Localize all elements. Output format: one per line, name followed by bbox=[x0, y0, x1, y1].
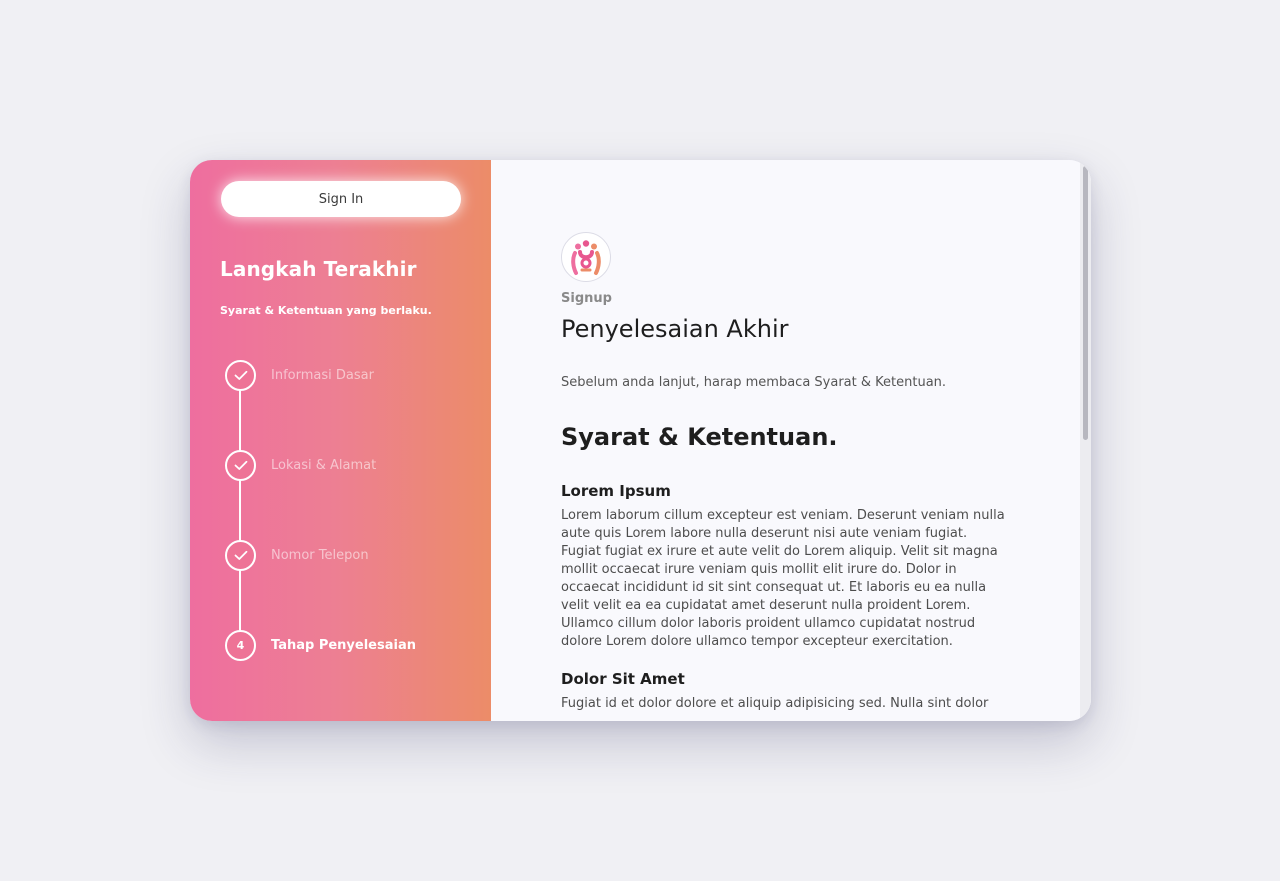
check-icon bbox=[225, 450, 256, 481]
eyebrow-label: Signup bbox=[561, 291, 612, 306]
section-title: Dolor Sit Amet bbox=[561, 670, 685, 688]
step-lokasi-alamat[interactable]: Lokasi & Alamat bbox=[225, 450, 376, 481]
step-tahap-penyelesaian[interactable]: 4 Tahap Penyelesaian bbox=[225, 630, 416, 661]
scrollbar-thumb[interactable] bbox=[1083, 166, 1088, 440]
step-nomor-telepon[interactable]: Nomor Telepon bbox=[225, 540, 369, 571]
sidebar-title: Langkah Terakhir bbox=[220, 257, 417, 281]
check-icon bbox=[225, 360, 256, 391]
sidebar-subtitle: Syarat & Ketentuan yang berlaku. bbox=[220, 304, 432, 317]
check-icon bbox=[225, 540, 256, 571]
section-body: Lorem laborum cillum excepteur est venia… bbox=[561, 508, 1005, 649]
step-label: Lokasi & Alamat bbox=[271, 458, 377, 473]
section-body: Fugiat id et dolor dolore et aliquip adi… bbox=[561, 696, 989, 711]
stepper-line bbox=[239, 390, 241, 646]
step-informasi-dasar[interactable]: Informasi Dasar bbox=[225, 360, 374, 391]
sign-in-button[interactable]: Sign In bbox=[221, 181, 461, 217]
step-label: Tahap Penyelesaian bbox=[271, 638, 416, 653]
sidebar: Sign In Langkah Terakhir Syarat & Ketent… bbox=[190, 160, 491, 721]
signup-card: Sign In Langkah Terakhir Syarat & Ketent… bbox=[190, 160, 1091, 721]
main-panel: Signup Penyelesaian Akhir Sebelum anda l… bbox=[491, 160, 1091, 721]
terms-heading: Syarat & Ketentuan. bbox=[561, 423, 838, 451]
step-label: Informasi Dasar bbox=[271, 368, 374, 383]
scrollbar[interactable] bbox=[1080, 160, 1091, 721]
intro-text: Sebelum anda lanjut, harap membaca Syara… bbox=[561, 375, 947, 390]
community-people-icon bbox=[561, 232, 611, 282]
step-number: 4 bbox=[225, 630, 256, 661]
terms-content: Signup Penyelesaian Akhir Sebelum anda l… bbox=[561, 232, 1011, 713]
page-title: Penyelesaian Akhir bbox=[561, 315, 789, 343]
section-title: Lorem Ipsum bbox=[561, 482, 671, 500]
step-label: Nomor Telepon bbox=[271, 548, 369, 563]
